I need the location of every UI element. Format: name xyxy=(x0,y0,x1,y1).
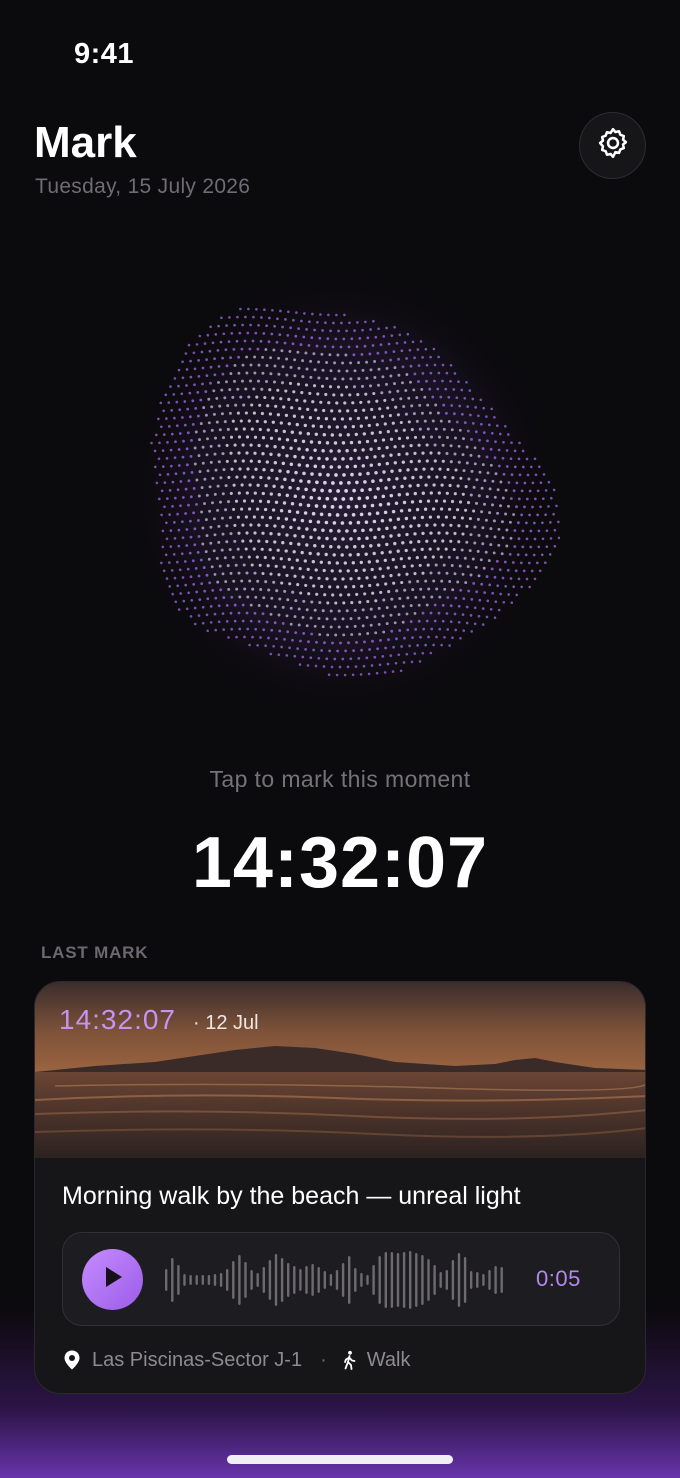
mark-hint: Tap to mark this moment xyxy=(209,766,471,792)
section-label-last-mark: LAST MARK xyxy=(41,943,149,962)
last-mark-card[interactable]: 14:32:07 · 12 Jul Morning walk by the be… xyxy=(34,981,646,1394)
last-mark-date: · 12 Jul xyxy=(193,1012,259,1034)
live-clock: 14:32:07 xyxy=(191,823,489,903)
current-date: Tuesday, 15 July 2026 xyxy=(35,175,251,198)
mark-orb-button[interactable] xyxy=(120,262,560,722)
gear-icon xyxy=(595,125,631,166)
play-icon xyxy=(101,1264,125,1295)
last-mark-note: Morning walk by the beach — unreal light xyxy=(62,1182,521,1210)
audio-waveform[interactable] xyxy=(163,1247,523,1313)
audio-player: 0:05 xyxy=(62,1232,620,1326)
audio-duration: 0:05 xyxy=(536,1266,581,1291)
play-button[interactable] xyxy=(82,1249,143,1310)
location-pin-icon xyxy=(62,1349,82,1371)
settings-button[interactable] xyxy=(579,112,646,179)
activity-label: Walk xyxy=(366,1348,411,1371)
home-indicator xyxy=(227,1455,453,1464)
page-title: Mark xyxy=(34,118,137,167)
meta-separator: · xyxy=(320,1348,327,1371)
walking-person-icon xyxy=(341,1350,357,1370)
last-mark-meta: Las Piscinas-Sector J-1 · Walk xyxy=(62,1347,410,1373)
beach-photo: 14:32:07 · 12 Jul xyxy=(35,982,645,1158)
status-bar-time: 9:41 xyxy=(74,38,135,70)
particle-orb xyxy=(125,272,560,716)
location-label: Las Piscinas-Sector J-1 xyxy=(92,1348,303,1371)
last-mark-time: 14:32:07 xyxy=(59,1004,176,1035)
